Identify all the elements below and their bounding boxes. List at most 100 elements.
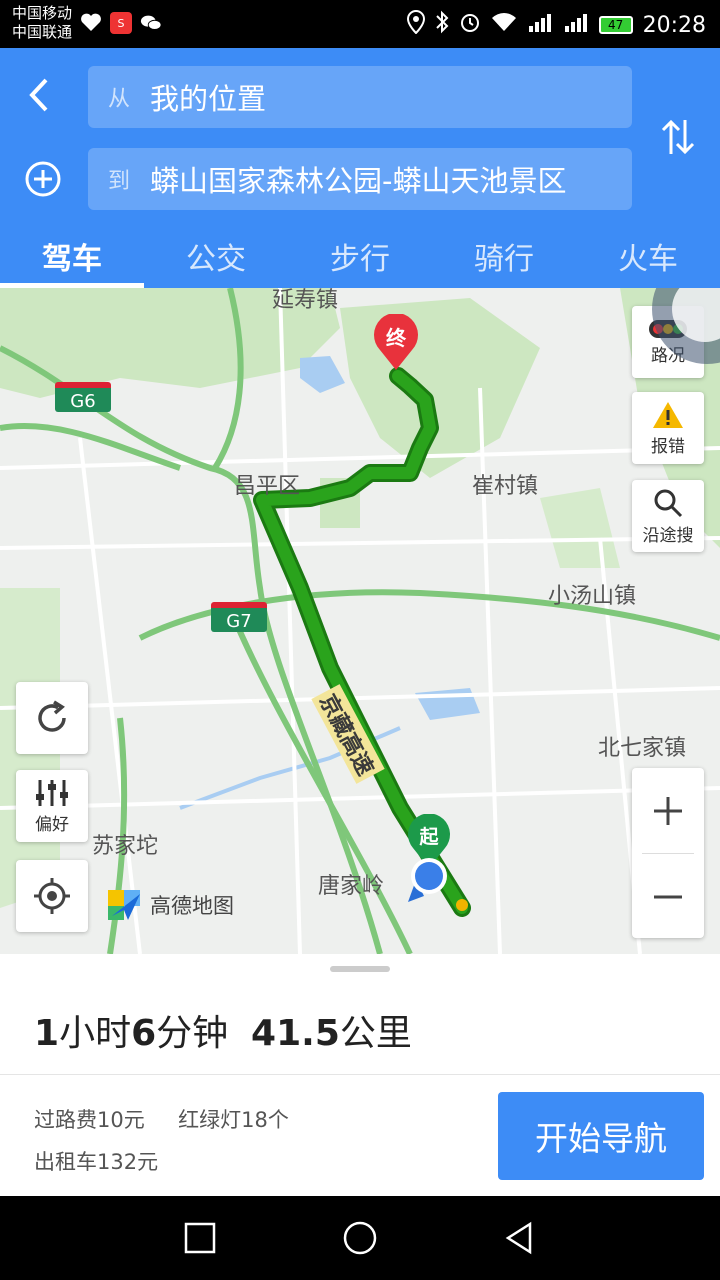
lake [415, 688, 480, 720]
destination-field[interactable]: 到 蟒山国家森林公园-蟒山天池景区 [88, 148, 632, 210]
back-nav-button[interactable] [500, 1218, 540, 1258]
tab-drive[interactable]: 驾车 [0, 222, 144, 288]
refresh-button[interactable] [16, 682, 88, 754]
origin-field[interactable]: 从 我的位置 [88, 66, 632, 128]
locate-button[interactable] [16, 860, 88, 932]
carrier-info: 中国移动 中国联通 [12, 4, 72, 42]
duration-hours: 1 [34, 1013, 60, 1054]
tab-walk[interactable]: 步行 [288, 222, 432, 288]
floating-assist-inner [672, 288, 720, 342]
recent-apps-button[interactable] [180, 1218, 220, 1258]
label-xiaotangshan: 小汤山镇 [548, 584, 637, 609]
zoom-in-button[interactable] [632, 768, 704, 853]
carrier-2: 中国联通 [12, 23, 73, 41]
route-end-dot [456, 899, 468, 911]
route-summary-panel: 1小时6分钟 41.5公里 过路费10元 红绿灯18个 出租车132元 开始导航 [0, 954, 720, 1196]
label-beiqijia: 北七家镇 [598, 736, 687, 761]
plus-icon [654, 796, 682, 825]
start-marker-label: 起 [419, 826, 439, 848]
traffic-lights-info: 红绿灯18个 [178, 1108, 289, 1132]
toll-info: 过路费10元 [34, 1108, 145, 1132]
square-icon [184, 1222, 216, 1254]
notification-icons: S [80, 12, 162, 34]
route-summary: 1小时6分钟 41.5公里 [34, 1004, 412, 1056]
report-label: 报错 [651, 436, 685, 457]
minus-icon [654, 895, 682, 898]
refresh-icon [38, 700, 66, 732]
taxi-info: 出租车132元 [34, 1150, 159, 1174]
status-bar: 中国移动 中国联通 S 47 20:28 [0, 0, 720, 48]
search-along-button[interactable]: 沿途搜 [632, 480, 704, 552]
label-sujiatuo: 苏家坨 [92, 834, 159, 859]
tab-bus[interactable]: 公交 [144, 222, 288, 288]
location-dot-icon [408, 858, 447, 902]
label-changping: 昌平区 [234, 474, 301, 499]
map-brand-text: 高德地图 [150, 894, 234, 918]
label-tangjialing: 唐家岭 [318, 874, 385, 899]
sina-icon: S [110, 12, 132, 34]
system-icons: 47 20:28 [406, 9, 706, 40]
distance-unit: 公里 [339, 1013, 412, 1054]
duration-hours-unit: 小时 [59, 1013, 132, 1054]
home-button[interactable] [340, 1218, 380, 1258]
circle-icon [343, 1221, 377, 1255]
map-view[interactable]: 延寿镇 昌平区 崔村镇 小汤山镇 北七家镇 苏家坨 唐家岭 京藏高速 G6 G7… [0, 288, 720, 954]
duration-minutes: 6 [131, 1013, 157, 1054]
drag-handle[interactable] [330, 966, 390, 972]
origin-value: 我的位置 [150, 82, 267, 116]
back-arrow-icon [29, 78, 48, 112]
preference-button[interactable]: 偏好 [16, 770, 88, 842]
zoom-controls [632, 768, 704, 938]
warning-icon [653, 401, 683, 428]
highway-shield-g7: G7 [211, 602, 267, 632]
preference-label: 偏好 [35, 814, 69, 835]
end-marker-label: 终 [386, 326, 406, 350]
bluetooth-icon [435, 10, 449, 40]
system-nav-bar [0, 1196, 720, 1280]
route-header: 从 我的位置 到 蟒山国家森林公园-蟒山天池景区 驾车 公交 步行 骑行 火车 [0, 48, 720, 288]
clock: 20:28 [642, 12, 706, 38]
wifi-icon [491, 12, 517, 38]
end-marker[interactable]: 终 [372, 312, 420, 372]
highway-shield-g6: G6 [55, 382, 111, 412]
search-along-label: 沿途搜 [642, 525, 694, 546]
transport-tabs: 驾车 公交 步行 骑行 火车 [0, 222, 720, 288]
zoom-out-button[interactable] [632, 854, 704, 939]
triangle-back-icon [505, 1221, 532, 1255]
signal-3g-icon [563, 12, 589, 38]
back-button[interactable] [20, 70, 60, 120]
route-costs: 过路费10元 红绿灯18个 [34, 1104, 289, 1134]
destination-value: 蟒山国家森林公园-蟒山天池景区 [150, 164, 567, 198]
alarm-icon [459, 11, 481, 39]
forest-area [340, 298, 540, 478]
panel-divider [0, 1074, 720, 1075]
locate-crosshair-icon [34, 878, 70, 914]
duration-minutes-unit: 分钟 [156, 1013, 229, 1054]
health-icon [80, 12, 102, 34]
label-yanshou: 延寿镇 [272, 288, 339, 313]
add-waypoint-button[interactable] [22, 158, 64, 200]
map-brand-logo: 高德地图 [106, 888, 234, 922]
origin-tag: 从 [107, 87, 130, 112]
current-location-marker [402, 856, 452, 906]
sliders-icon [36, 779, 68, 806]
tab-bike[interactable]: 骑行 [432, 222, 576, 288]
signal-2g-icon [527, 12, 553, 38]
location-icon [406, 9, 425, 40]
search-icon [654, 489, 683, 517]
battery-indicator: 47 [598, 16, 633, 34]
start-navigation-button[interactable]: 开始导航 [498, 1092, 704, 1180]
carrier-1: 中国移动 [12, 4, 73, 22]
report-button[interactable]: 报错 [632, 392, 704, 464]
destination-tag: 到 [107, 169, 130, 194]
tab-train[interactable]: 火车 [576, 222, 720, 288]
distance-value: 41.5 [251, 1013, 340, 1054]
lake [300, 356, 345, 393]
wechat-icon [140, 12, 162, 34]
amap-logo-icon [108, 890, 140, 920]
plus-circle-icon [25, 161, 61, 197]
label-cuicun: 崔村镇 [472, 474, 539, 499]
swap-button[interactable] [658, 112, 698, 162]
forest-area [540, 488, 620, 568]
swap-arrows-icon [661, 119, 695, 155]
